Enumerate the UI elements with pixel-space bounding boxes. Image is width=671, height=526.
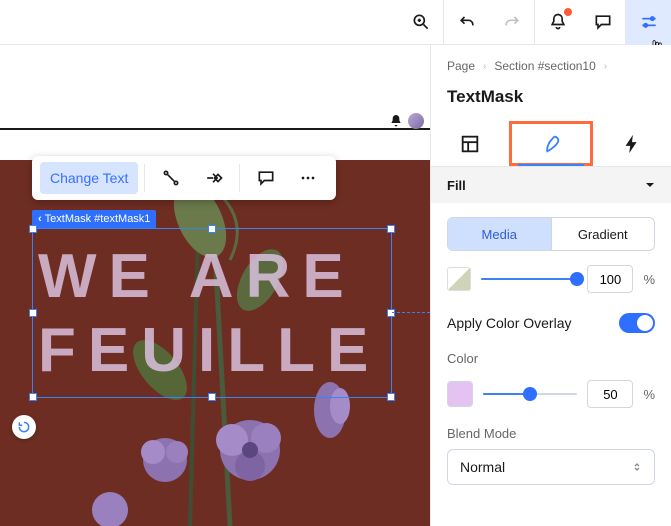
- panel-tabs: [431, 121, 671, 167]
- floating-toolbar: Change Text: [32, 156, 336, 200]
- resize-handle-br[interactable]: [387, 393, 395, 401]
- media-thumbnail[interactable]: [447, 267, 471, 291]
- color-swatch[interactable]: [447, 381, 473, 407]
- resize-handle-bl[interactable]: [29, 393, 37, 401]
- interactions-button[interactable]: [193, 162, 233, 194]
- breadcrumb: Page › Section #section10 ›: [431, 45, 671, 79]
- accordion-label: Fill: [447, 178, 466, 193]
- properties-panel: Page › Section #section10 › TextMask Fil…: [430, 45, 671, 526]
- avatar: [408, 113, 424, 129]
- fill-type-segment: Media Gradient: [447, 217, 655, 251]
- percent-unit: %: [643, 272, 655, 287]
- redo-button[interactable]: [489, 0, 534, 45]
- selection-box[interactable]: [32, 228, 392, 398]
- chevron-updown-icon: [632, 462, 642, 472]
- undo-button[interactable]: [444, 0, 489, 45]
- animation-button[interactable]: [151, 162, 191, 194]
- accordion-fill[interactable]: Fill: [431, 167, 671, 203]
- more-button[interactable]: [288, 162, 328, 194]
- chevron-down-icon: [645, 180, 655, 190]
- color-label: Color: [447, 351, 655, 366]
- chevron-right-icon: ›: [604, 61, 607, 72]
- resize-handle-tl[interactable]: [29, 225, 37, 233]
- selection-label[interactable]: TextMask #textMask1: [32, 210, 156, 228]
- blend-mode-select[interactable]: Normal: [447, 449, 655, 485]
- percent-unit: %: [643, 387, 655, 402]
- blend-value: Normal: [460, 459, 505, 475]
- reset-button[interactable]: [12, 415, 36, 439]
- comments-button[interactable]: [580, 0, 625, 45]
- crumb-page[interactable]: Page: [447, 59, 475, 73]
- overlay-toggle[interactable]: [619, 313, 655, 333]
- seg-gradient[interactable]: Gradient: [552, 218, 655, 250]
- canvas: WE ARE FEUILLE TextMask #textMask1 Chang…: [0, 0, 430, 526]
- overlay-label: Apply Color Overlay: [447, 315, 572, 331]
- crumb-section[interactable]: Section #section10: [494, 59, 595, 73]
- tab-actions[interactable]: [593, 121, 671, 166]
- measure-guide: [392, 312, 430, 313]
- tab-design[interactable]: [509, 121, 593, 166]
- seg-media[interactable]: Media: [448, 218, 551, 250]
- tab-layout[interactable]: [431, 121, 509, 166]
- blend-label: Blend Mode: [447, 426, 655, 441]
- section-bar: [0, 114, 430, 130]
- notification-badge: [562, 6, 574, 18]
- resize-handle-mt[interactable]: [208, 225, 216, 233]
- bell-icon: [388, 113, 404, 129]
- opacity-slider[interactable]: [481, 269, 577, 289]
- resize-handle-mb[interactable]: [208, 393, 216, 401]
- change-text-button[interactable]: Change Text: [40, 162, 138, 194]
- resize-handle-ml[interactable]: [29, 309, 37, 317]
- color-opacity-slider[interactable]: [483, 384, 577, 404]
- panel-title: TextMask: [431, 79, 671, 121]
- resize-handle-tr[interactable]: [387, 225, 395, 233]
- resize-handle-mr[interactable]: [387, 309, 395, 317]
- opacity-input[interactable]: 100: [587, 265, 633, 293]
- comment-button[interactable]: [246, 162, 286, 194]
- chevron-right-icon: ›: [483, 61, 486, 72]
- properties-panel-button[interactable]: [626, 0, 671, 45]
- notifications-button[interactable]: [535, 0, 580, 45]
- color-opacity-input[interactable]: 50: [587, 380, 633, 408]
